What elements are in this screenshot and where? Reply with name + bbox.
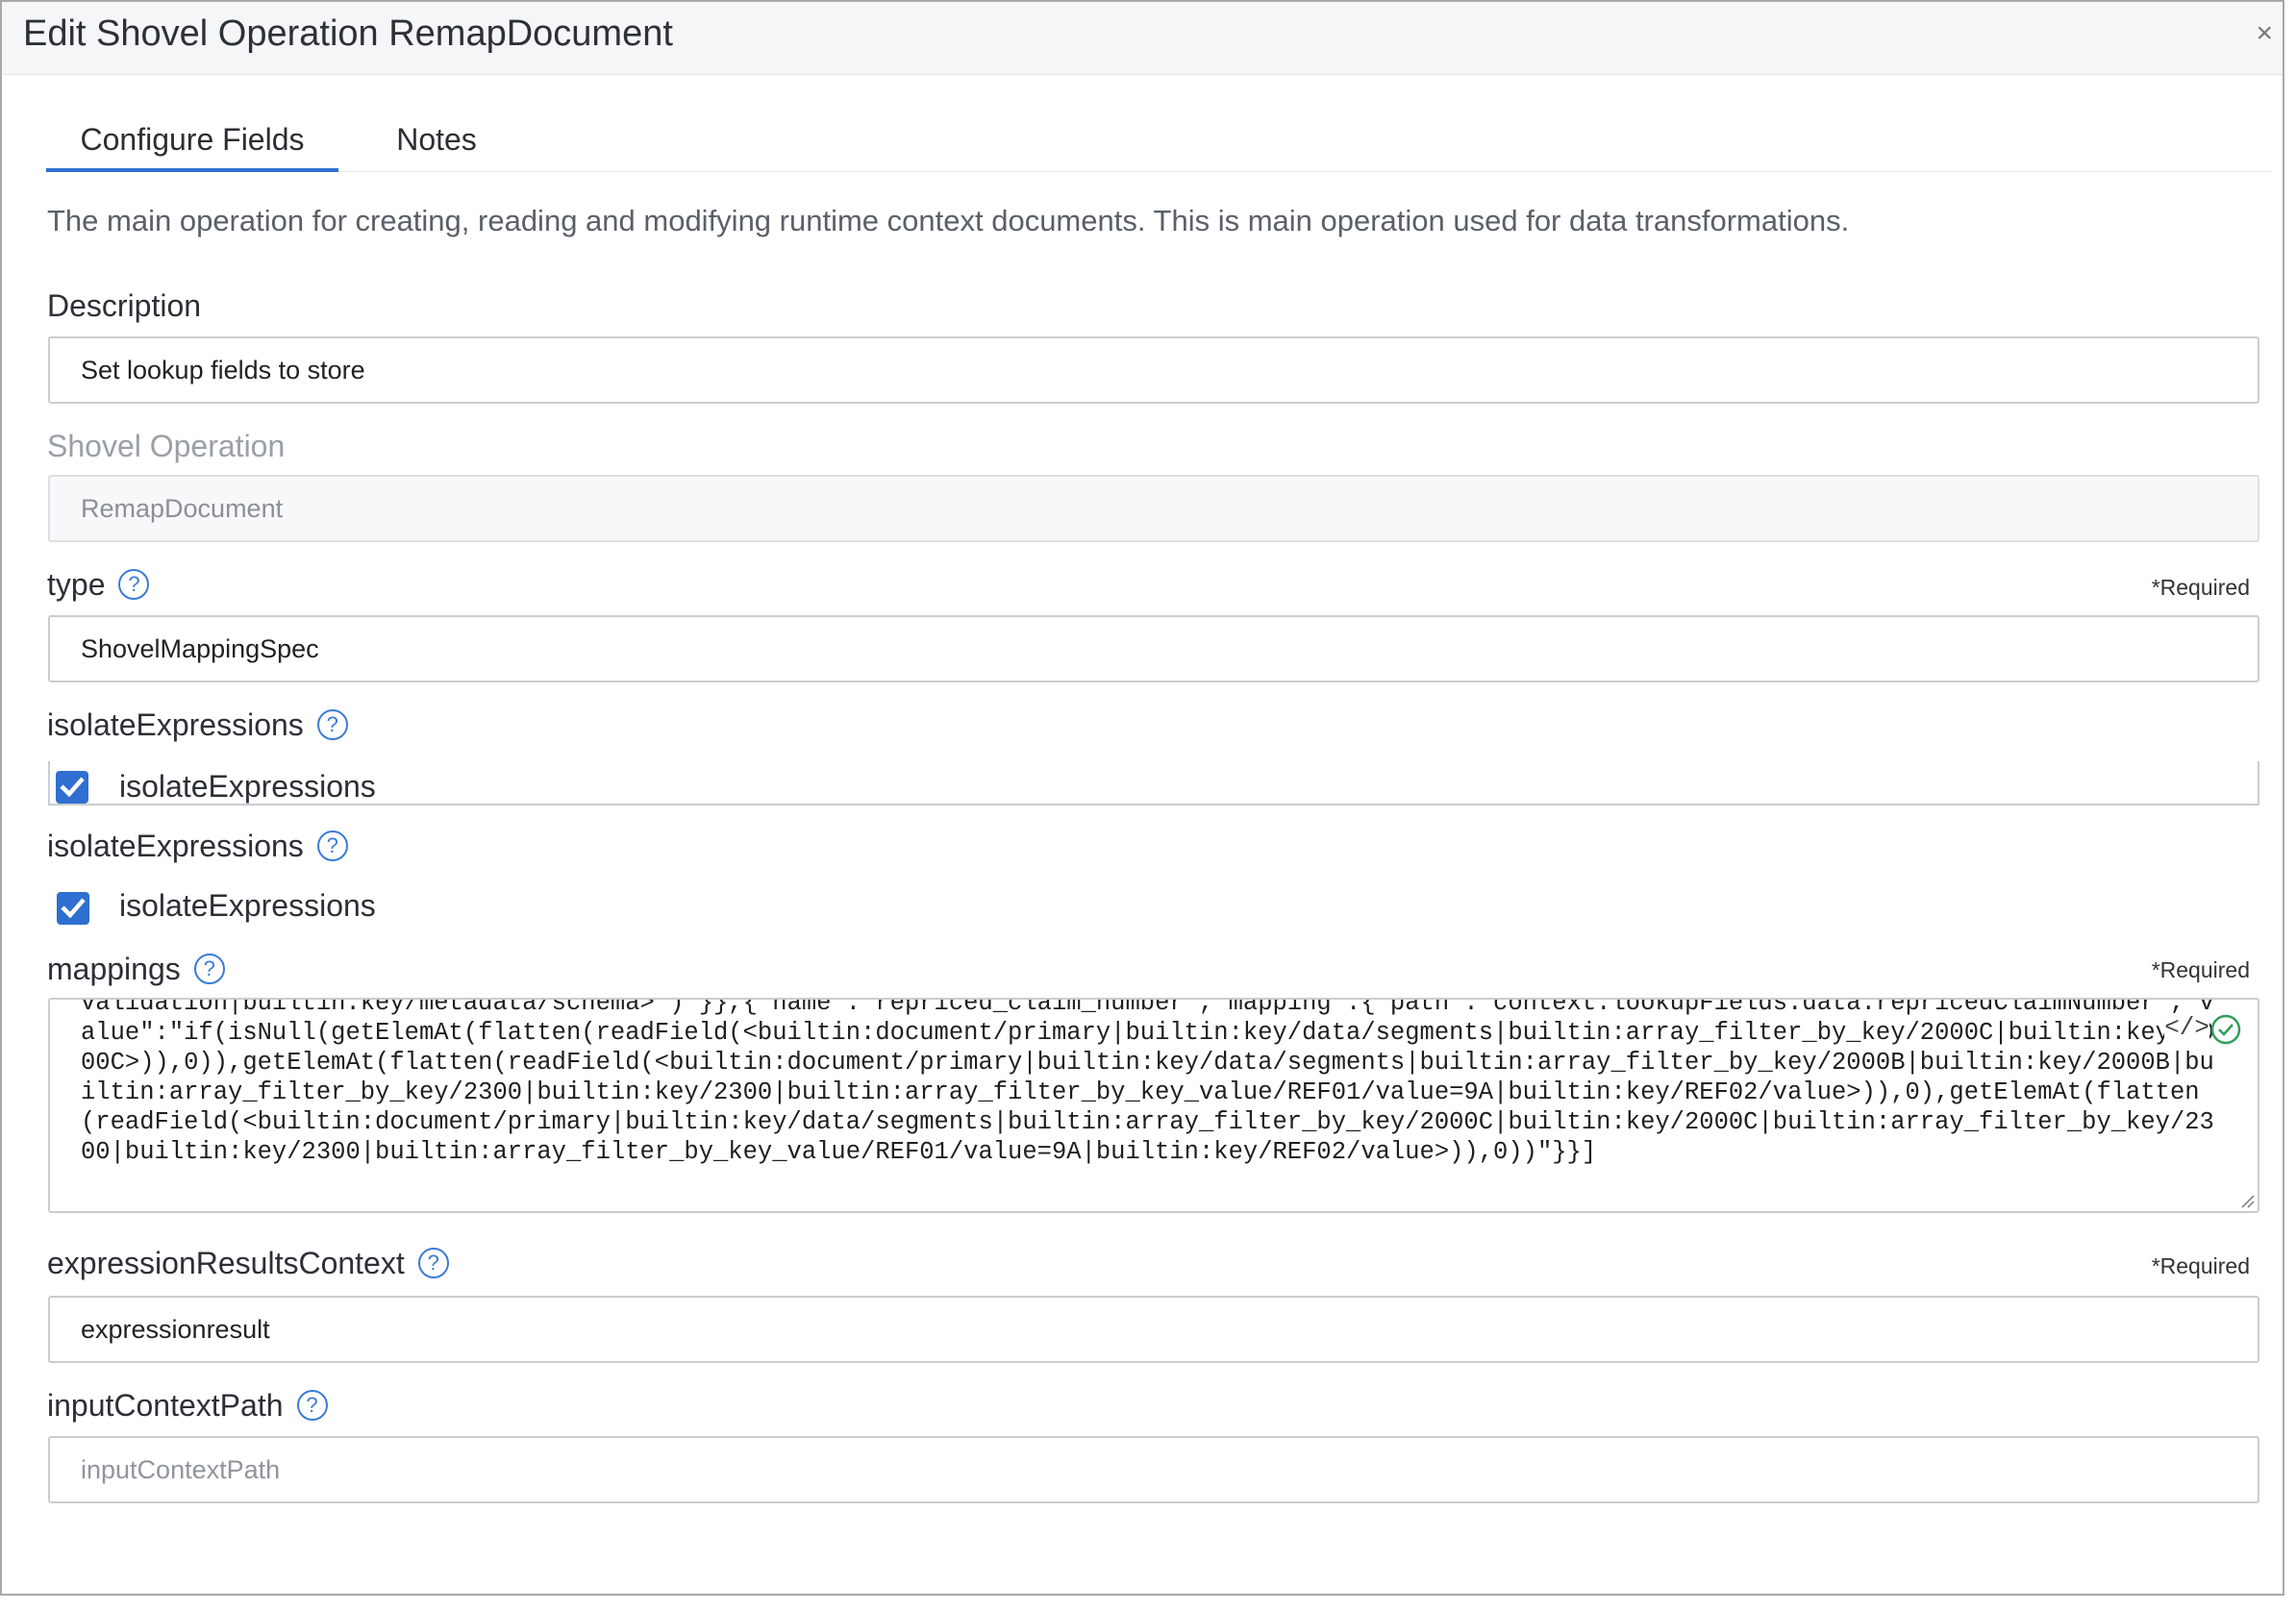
input-context-path-help-icon[interactable]: ? [296, 1390, 328, 1421]
tab-configure-fields[interactable]: Configure Fields [46, 115, 338, 172]
valid-check-icon [2210, 1014, 2241, 1045]
tab-notes[interactable]: Notes [369, 115, 504, 168]
isolate-help-icon-2[interactable]: ? [316, 830, 348, 861]
isolate-expressions-checkbox-label-2: isolateExpressions [119, 888, 376, 923]
shovel-operation-label: Shovel Operation [47, 429, 286, 463]
expression-results-context-input[interactable] [48, 1296, 2259, 1363]
expression-results-context-label: expressionResultsContext? [47, 1246, 449, 1281]
tab-bar: Configure Fields Notes [46, 115, 2271, 172]
isolate-expressions-checkbox-1[interactable] [56, 771, 88, 804]
mappings-label-text: mappings [47, 952, 181, 986]
edit-dialog: Edit Shovel Operation RemapDocument × Co… [0, 0, 2284, 1596]
mappings-required: *Required [2151, 957, 2250, 982]
isolate-expressions-checkbox-label-1: isolateExpressions [119, 769, 376, 804]
type-required: *Required [2151, 575, 2250, 600]
input-context-path-label-text: inputContextPath [47, 1388, 284, 1423]
checkmark-icon [60, 777, 85, 797]
type-label: type? [47, 567, 150, 603]
operation-description: The main operation for creating, reading… [47, 204, 1850, 237]
isolate-label-text-2: isolateExpressions [47, 829, 304, 863]
type-help-icon[interactable]: ? [118, 569, 150, 600]
description-label: Description [47, 288, 202, 323]
dialog-header: Edit Shovel Operation RemapDocument × [2, 2, 2283, 75]
type-input[interactable] [48, 615, 2259, 682]
dialog-title: Edit Shovel Operation RemapDocument [23, 13, 673, 54]
mappings-help-icon[interactable]: ? [193, 954, 225, 984]
mappings-code: validation|builtin:key/metadata/schema>"… [81, 998, 2214, 1166]
isolate-help-icon-1[interactable]: ? [316, 709, 348, 740]
mappings-textarea[interactable]: validation|builtin:key/metadata/schema>"… [48, 998, 2259, 1213]
isolate-expressions-label-2: isolateExpressions? [47, 829, 348, 864]
isolate-label-text-1: isolateExpressions [47, 707, 304, 742]
isolate-expressions-label-1: isolateExpressions? [47, 707, 348, 743]
isolate-expressions-checkbox-2[interactable] [57, 892, 89, 925]
expression-results-help-icon[interactable]: ? [417, 1248, 449, 1278]
shovel-operation-input [48, 475, 2259, 542]
type-label-text: type [47, 567, 106, 602]
expression-results-required: *Required [2151, 1253, 2250, 1278]
checkmark-icon [61, 898, 86, 918]
mappings-label: mappings? [47, 952, 225, 987]
input-context-path-label: inputContextPath? [47, 1388, 328, 1424]
code-icon[interactable]: </> [2164, 1013, 2209, 1042]
isolate-expressions-clipped-field: isolateExpressions [48, 761, 2259, 806]
description-input[interactable] [48, 336, 2259, 404]
input-context-path-input[interactable] [48, 1436, 2259, 1503]
resize-grip-icon[interactable] [2238, 1192, 2256, 1209]
close-icon[interactable]: × [2256, 19, 2273, 48]
expression-results-label-text: expressionResultsContext [47, 1246, 405, 1280]
